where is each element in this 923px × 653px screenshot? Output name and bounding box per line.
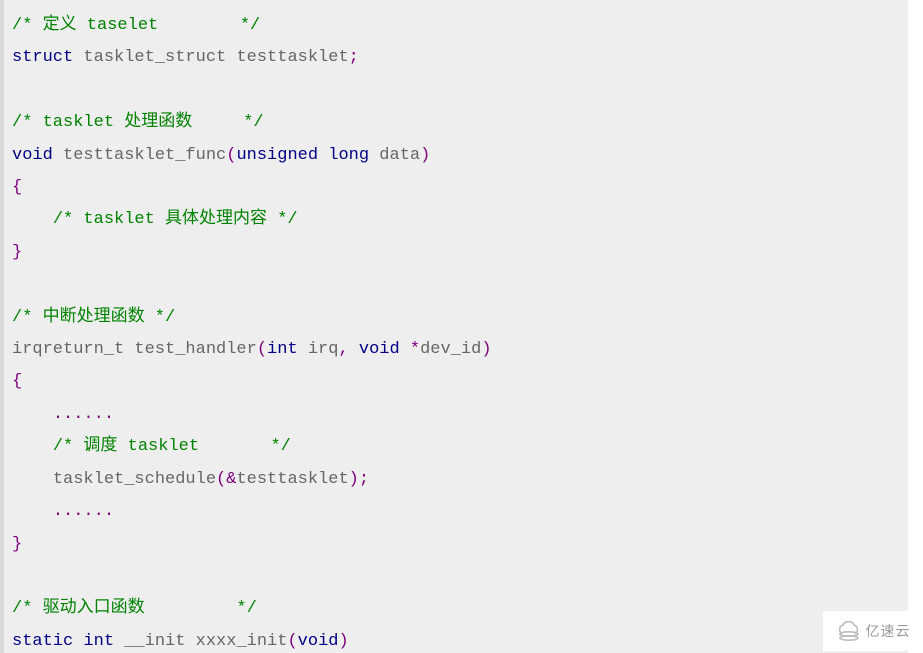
comment: */ <box>158 16 260 35</box>
punctuation: } <box>12 243 22 262</box>
punctuation: } <box>12 535 22 554</box>
comment: /* tasklet 处理函数 <box>12 113 192 132</box>
punctuation: { <box>12 178 22 197</box>
punctuation: ( <box>216 470 226 489</box>
punctuation: ; <box>349 48 359 67</box>
comment: /* 中断处理函数 */ <box>12 308 175 327</box>
punctuation: ) <box>349 470 359 489</box>
code-text: tasklet_schedule <box>53 470 216 489</box>
punctuation: ) <box>481 340 491 359</box>
comment: /* 定义 taselet <box>12 16 158 35</box>
code-text: testtasklet <box>236 470 348 489</box>
comment: */ <box>145 599 257 618</box>
code-text: irq <box>298 340 339 359</box>
punctuation: ( <box>287 632 297 651</box>
code-text: dev_id <box>420 340 481 359</box>
keyword: void <box>298 632 339 651</box>
code-block: /* 定义 taselet */ struct tasklet_struct t… <box>0 0 908 653</box>
keyword: int <box>267 340 298 359</box>
punctuation: & <box>226 470 236 489</box>
code-text: __init xxxx_init <box>114 632 287 651</box>
punctuation: ) <box>338 632 348 651</box>
watermark-text: 亿速云 <box>866 621 911 641</box>
comment: */ <box>199 437 291 456</box>
keyword: void <box>359 340 400 359</box>
punctuation: ...... <box>53 405 114 424</box>
code-text: irqreturn_t test_handler <box>12 340 257 359</box>
keyword: unsigned <box>236 146 318 165</box>
punctuation: * <box>410 340 420 359</box>
punctuation: ...... <box>53 502 114 521</box>
code-text: testtasklet_func <box>53 146 226 165</box>
watermark: 亿速云 <box>823 611 923 651</box>
code-text: tasklet_struct testtasklet <box>73 48 348 67</box>
keyword: long <box>328 146 369 165</box>
punctuation: ; <box>359 470 369 489</box>
keyword: int <box>83 632 114 651</box>
keyword: static <box>12 632 73 651</box>
comment: /* 驱动入口函数 <box>12 599 145 618</box>
comment: */ <box>192 113 263 132</box>
punctuation: ( <box>226 146 236 165</box>
keyword: struct <box>12 48 73 67</box>
punctuation: ( <box>257 340 267 359</box>
code-text: data <box>369 146 420 165</box>
keyword: void <box>12 146 53 165</box>
punctuation: , <box>338 340 348 359</box>
punctuation: ) <box>420 146 430 165</box>
cloud-stack-icon <box>836 621 862 641</box>
comment: /* tasklet 具体处理内容 */ <box>53 210 298 229</box>
comment: /* 调度 tasklet <box>53 437 199 456</box>
punctuation: { <box>12 372 22 391</box>
